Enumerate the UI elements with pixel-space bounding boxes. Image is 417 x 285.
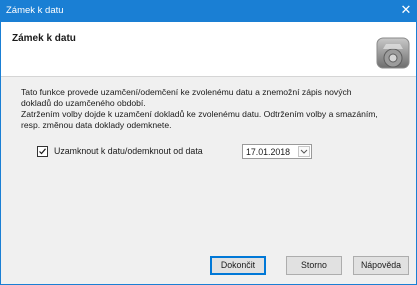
description-line: resp. změnou data doklady odemknete. bbox=[21, 120, 172, 130]
dialog-header: Zámek k datu bbox=[1, 22, 416, 77]
description-line: Tato funkce provede uzamčení/odemčení ke… bbox=[21, 87, 352, 97]
lock-checkbox[interactable] bbox=[37, 146, 48, 157]
checkmark-icon bbox=[39, 148, 46, 155]
page-title: Zámek k datu bbox=[12, 33, 76, 44]
description-text: Tato funkce provede uzamčení/odemčení ke… bbox=[21, 87, 401, 131]
title-bar: Zámek k datu ✕ bbox=[0, 0, 417, 22]
cancel-button[interactable]: Storno bbox=[286, 256, 342, 275]
dialog-footer: Dokončit Storno Nápověda bbox=[1, 249, 416, 284]
chevron-down-icon[interactable] bbox=[298, 146, 310, 157]
lock-option-row: Uzamknout k datu/odemknout od data 17.01… bbox=[37, 144, 397, 160]
window-title: Zámek k datu bbox=[6, 5, 64, 16]
description-line: Zatržením volby dojde k uzamčení dokladů… bbox=[21, 109, 378, 119]
gear-icon bbox=[376, 37, 410, 69]
finish-button[interactable]: Dokončit bbox=[210, 256, 266, 275]
dialog-body: Tato funkce provede uzamčení/odemčení ke… bbox=[1, 77, 416, 249]
close-icon[interactable]: ✕ bbox=[395, 0, 417, 22]
lock-checkbox-label[interactable]: Uzamknout k datu/odemknout od data bbox=[54, 146, 203, 156]
date-value[interactable]: 17.01.2018 bbox=[246, 147, 290, 157]
dialog-frame: Zámek k datu Tato funkce provede uzamčen… bbox=[0, 22, 417, 285]
help-button[interactable]: Nápověda bbox=[353, 256, 409, 275]
date-picker[interactable]: 17.01.2018 bbox=[242, 144, 312, 159]
description-line: dokladů do uzamčeného období. bbox=[21, 98, 146, 108]
